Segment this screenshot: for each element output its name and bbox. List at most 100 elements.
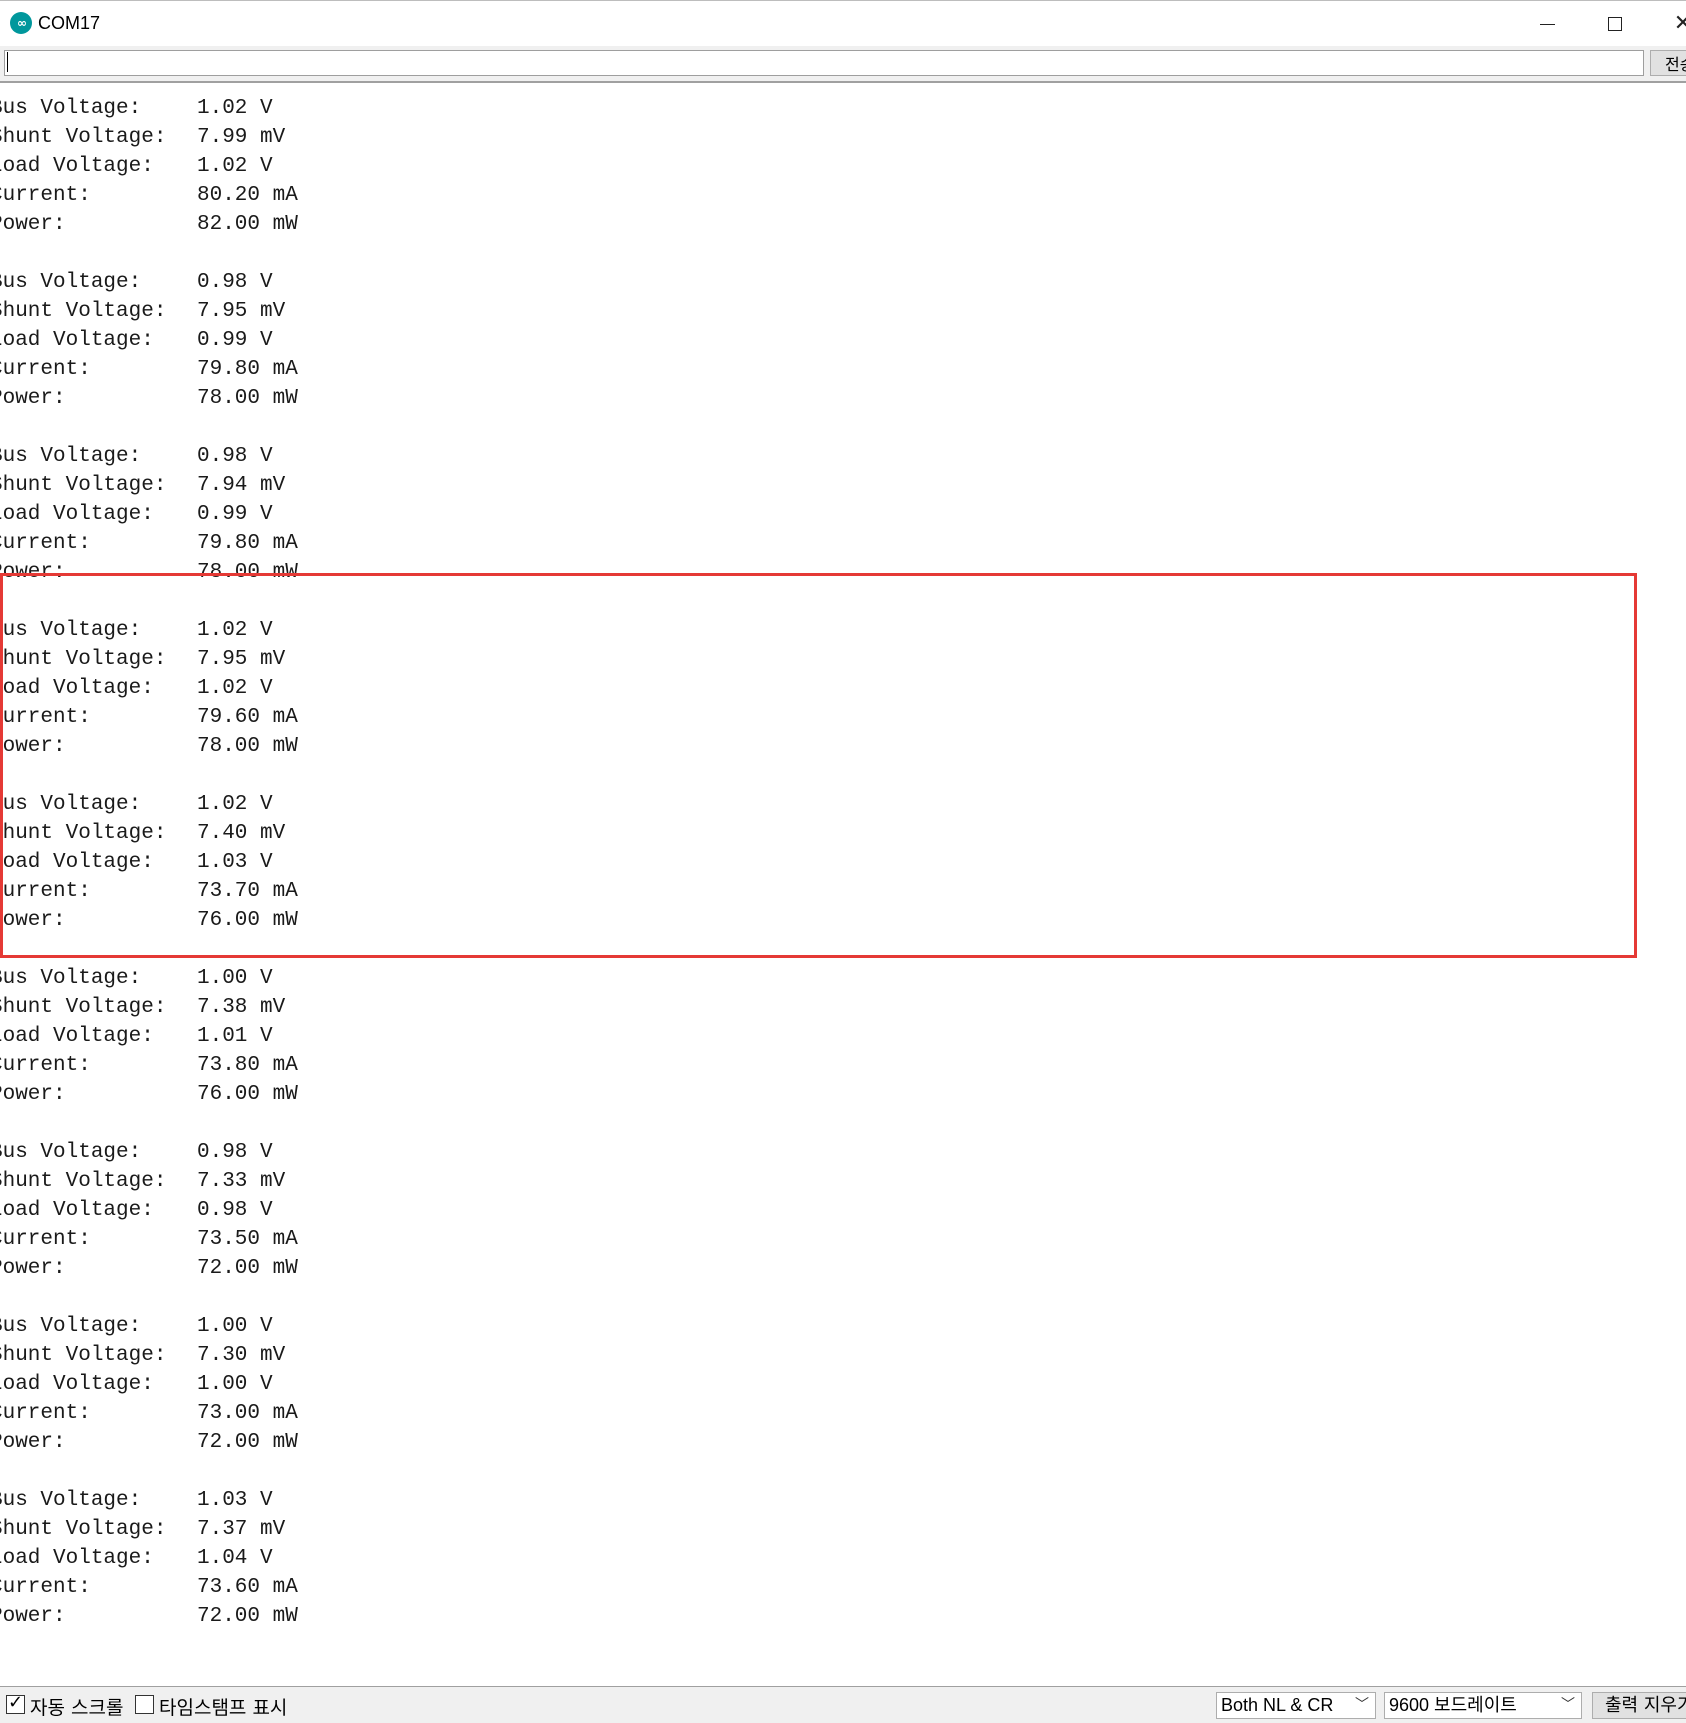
- output-line: Bus Voltage: 1.00 V: [0, 964, 298, 993]
- output-line-label: Bus Voltage:: [0, 271, 142, 294]
- serial-output[interactable]: Bus Voltage: 1.02 V Shunt Voltage: 7.99 mV L…: [0, 83, 1686, 1683]
- output-line: Bus Voltage: 1.00 V: [0, 1312, 298, 1341]
- output-line-label: Power:: [0, 909, 66, 932]
- send-row: 전송: [0, 46, 1686, 84]
- output-line-value: 1.02 V: [197, 677, 273, 700]
- output-line-value: 78.00 mW: [197, 387, 298, 410]
- chevron-down-icon: ﹀: [1561, 1697, 1575, 1713]
- autoscroll-label: 자동 스크롤: [30, 1697, 124, 1719]
- output-line-value: 1.04 V: [197, 1547, 273, 1570]
- output-line-value: 0.99 V: [197, 329, 273, 352]
- output-line: [0, 1109, 298, 1138]
- output-line-label: Power:: [0, 213, 66, 236]
- output-line-label: Load Voltage:: [0, 851, 154, 874]
- output-line: Shunt Voltage: 7.37 mV: [0, 1515, 298, 1544]
- line-ending-value: Both NL & CR: [1221, 1695, 1334, 1715]
- output-line-label: Shunt Voltage:: [0, 1170, 167, 1193]
- output-line-label: Current:: [0, 880, 91, 903]
- output-line-label: Load Voltage:: [0, 503, 154, 526]
- output-line: Load Voltage: 1.01 V: [0, 1022, 298, 1051]
- output-line: Load Voltage: 1.04 V: [0, 1544, 298, 1573]
- output-line: [0, 587, 298, 616]
- output-line-label: Bus Voltage:: [0, 97, 142, 120]
- output-line-value: 73.80 mA: [197, 1054, 298, 1077]
- output-line-value: 73.00 mA: [197, 1402, 298, 1425]
- output-line-label: Bus Voltage:: [0, 445, 142, 468]
- output-line: Load Voltage: 0.99 V: [0, 326, 298, 355]
- baud-rate-value: 9600 보드레이트: [1389, 1695, 1517, 1715]
- window-title: COM17: [38, 13, 101, 33]
- output-line: Bus Voltage: 0.98 V: [0, 268, 298, 297]
- clear-output-button[interactable]: 출력 지우기: [1592, 1692, 1686, 1719]
- output-line-label: Current:: [0, 1054, 91, 1077]
- maximize-button[interactable]: [1600, 9, 1630, 39]
- output-line: [0, 413, 298, 442]
- output-line: Power: 76.00 mW: [0, 1080, 298, 1109]
- chevron-down-icon: ﹀: [1355, 1697, 1369, 1713]
- output-line: Shunt Voltage: 7.40 mV: [0, 819, 298, 848]
- checkmark-icon: ✓: [8, 1692, 24, 1713]
- arduino-icon: ∞: [10, 12, 32, 34]
- output-line-label: Power:: [0, 387, 66, 410]
- output-line-label: Current:: [0, 1576, 91, 1599]
- autoscroll-checkbox[interactable]: ✓: [6, 1692, 25, 1714]
- output-line-value: 79.80 mA: [197, 358, 298, 381]
- output-line-label: Load Voltage:: [0, 677, 154, 700]
- output-line-label: Shunt Voltage:: [0, 1344, 167, 1367]
- text-caret: [7, 52, 8, 72]
- output-line: Shunt Voltage: 7.95 mV: [0, 297, 298, 326]
- output-line: Power: 72.00 mW: [0, 1254, 298, 1283]
- maximize-icon: [1608, 17, 1622, 31]
- output-line: Power: 72.00 mW: [0, 1428, 298, 1457]
- output-line: Shunt Voltage: 7.95 mV: [0, 645, 298, 674]
- output-line-label: Load Voltage:: [0, 1199, 154, 1222]
- output-line: Shunt Voltage: 7.94 mV: [0, 471, 298, 500]
- output-line: Shunt Voltage: 7.99 mV: [0, 123, 298, 152]
- output-line-label: Load Voltage:: [0, 1025, 154, 1048]
- send-button[interactable]: 전송: [1650, 50, 1686, 76]
- output-line-label: Bus Voltage:: [0, 1315, 142, 1338]
- output-line-value: 80.20 mA: [197, 184, 298, 207]
- send-input[interactable]: [4, 50, 1644, 76]
- output-line-value: 79.80 mA: [197, 532, 298, 555]
- output-line-label: Shunt Voltage:: [0, 474, 167, 497]
- minimize-button[interactable]: [1532, 9, 1562, 39]
- output-line: [0, 239, 298, 268]
- output-line-value: 7.94 mV: [197, 474, 286, 497]
- output-line: Current: 73.60 mA: [0, 1573, 298, 1602]
- output-line-label: Power:: [0, 735, 66, 758]
- output-line-value: 76.00 mW: [197, 1083, 298, 1106]
- line-ending-select[interactable]: Both NL & CR ﹀: [1216, 1692, 1376, 1719]
- output-line-value: 1.03 V: [197, 1489, 273, 1512]
- output-line: Bus Voltage: 0.98 V: [0, 1138, 298, 1167]
- output-line-value: 0.98 V: [197, 1141, 273, 1164]
- close-button[interactable]: ✕: [1668, 9, 1686, 39]
- output-line: Load Voltage: 1.00 V: [0, 1370, 298, 1399]
- bottom-bar: ✓ 자동 스크롤 타임스탬프 표시 Both NL & CR ﹀ 9600 보드…: [0, 1686, 1686, 1723]
- timestamp-checkbox[interactable]: [135, 1695, 154, 1714]
- output-line-label: Shunt Voltage:: [0, 1518, 167, 1541]
- output-line: Shunt Voltage: 7.38 mV: [0, 993, 298, 1022]
- output-line-value: 7.38 mV: [197, 996, 286, 1019]
- output-line-label: Current:: [0, 1228, 91, 1251]
- output-line: Power: 76.00 mW: [0, 906, 298, 935]
- output-line-label: Power:: [0, 561, 66, 584]
- output-line-value: 72.00 mW: [197, 1257, 298, 1280]
- output-line-label: Current:: [0, 1402, 91, 1425]
- baud-rate-select[interactable]: 9600 보드레이트 ﹀: [1384, 1692, 1582, 1719]
- output-line-value: 78.00 mW: [197, 735, 298, 758]
- output-line-value: 72.00 mW: [197, 1605, 298, 1628]
- output-line-label: Bus Voltage:: [0, 793, 142, 816]
- output-line-label: Power:: [0, 1257, 66, 1280]
- output-line-label: Load Voltage:: [0, 329, 154, 352]
- output-line: Bus Voltage: 0.98 V: [0, 442, 298, 471]
- output-line-label: Current:: [0, 184, 91, 207]
- output-line-label: Load Voltage:: [0, 155, 154, 178]
- output-line: Current: 73.50 mA: [0, 1225, 298, 1254]
- output-line: [0, 935, 298, 964]
- output-line-value: 1.02 V: [197, 619, 273, 642]
- output-line: Current: 73.80 mA: [0, 1051, 298, 1080]
- output-line: Load Voltage: 1.02 V: [0, 152, 298, 181]
- output-line: [0, 1283, 298, 1312]
- output-line-label: Shunt Voltage:: [0, 300, 167, 323]
